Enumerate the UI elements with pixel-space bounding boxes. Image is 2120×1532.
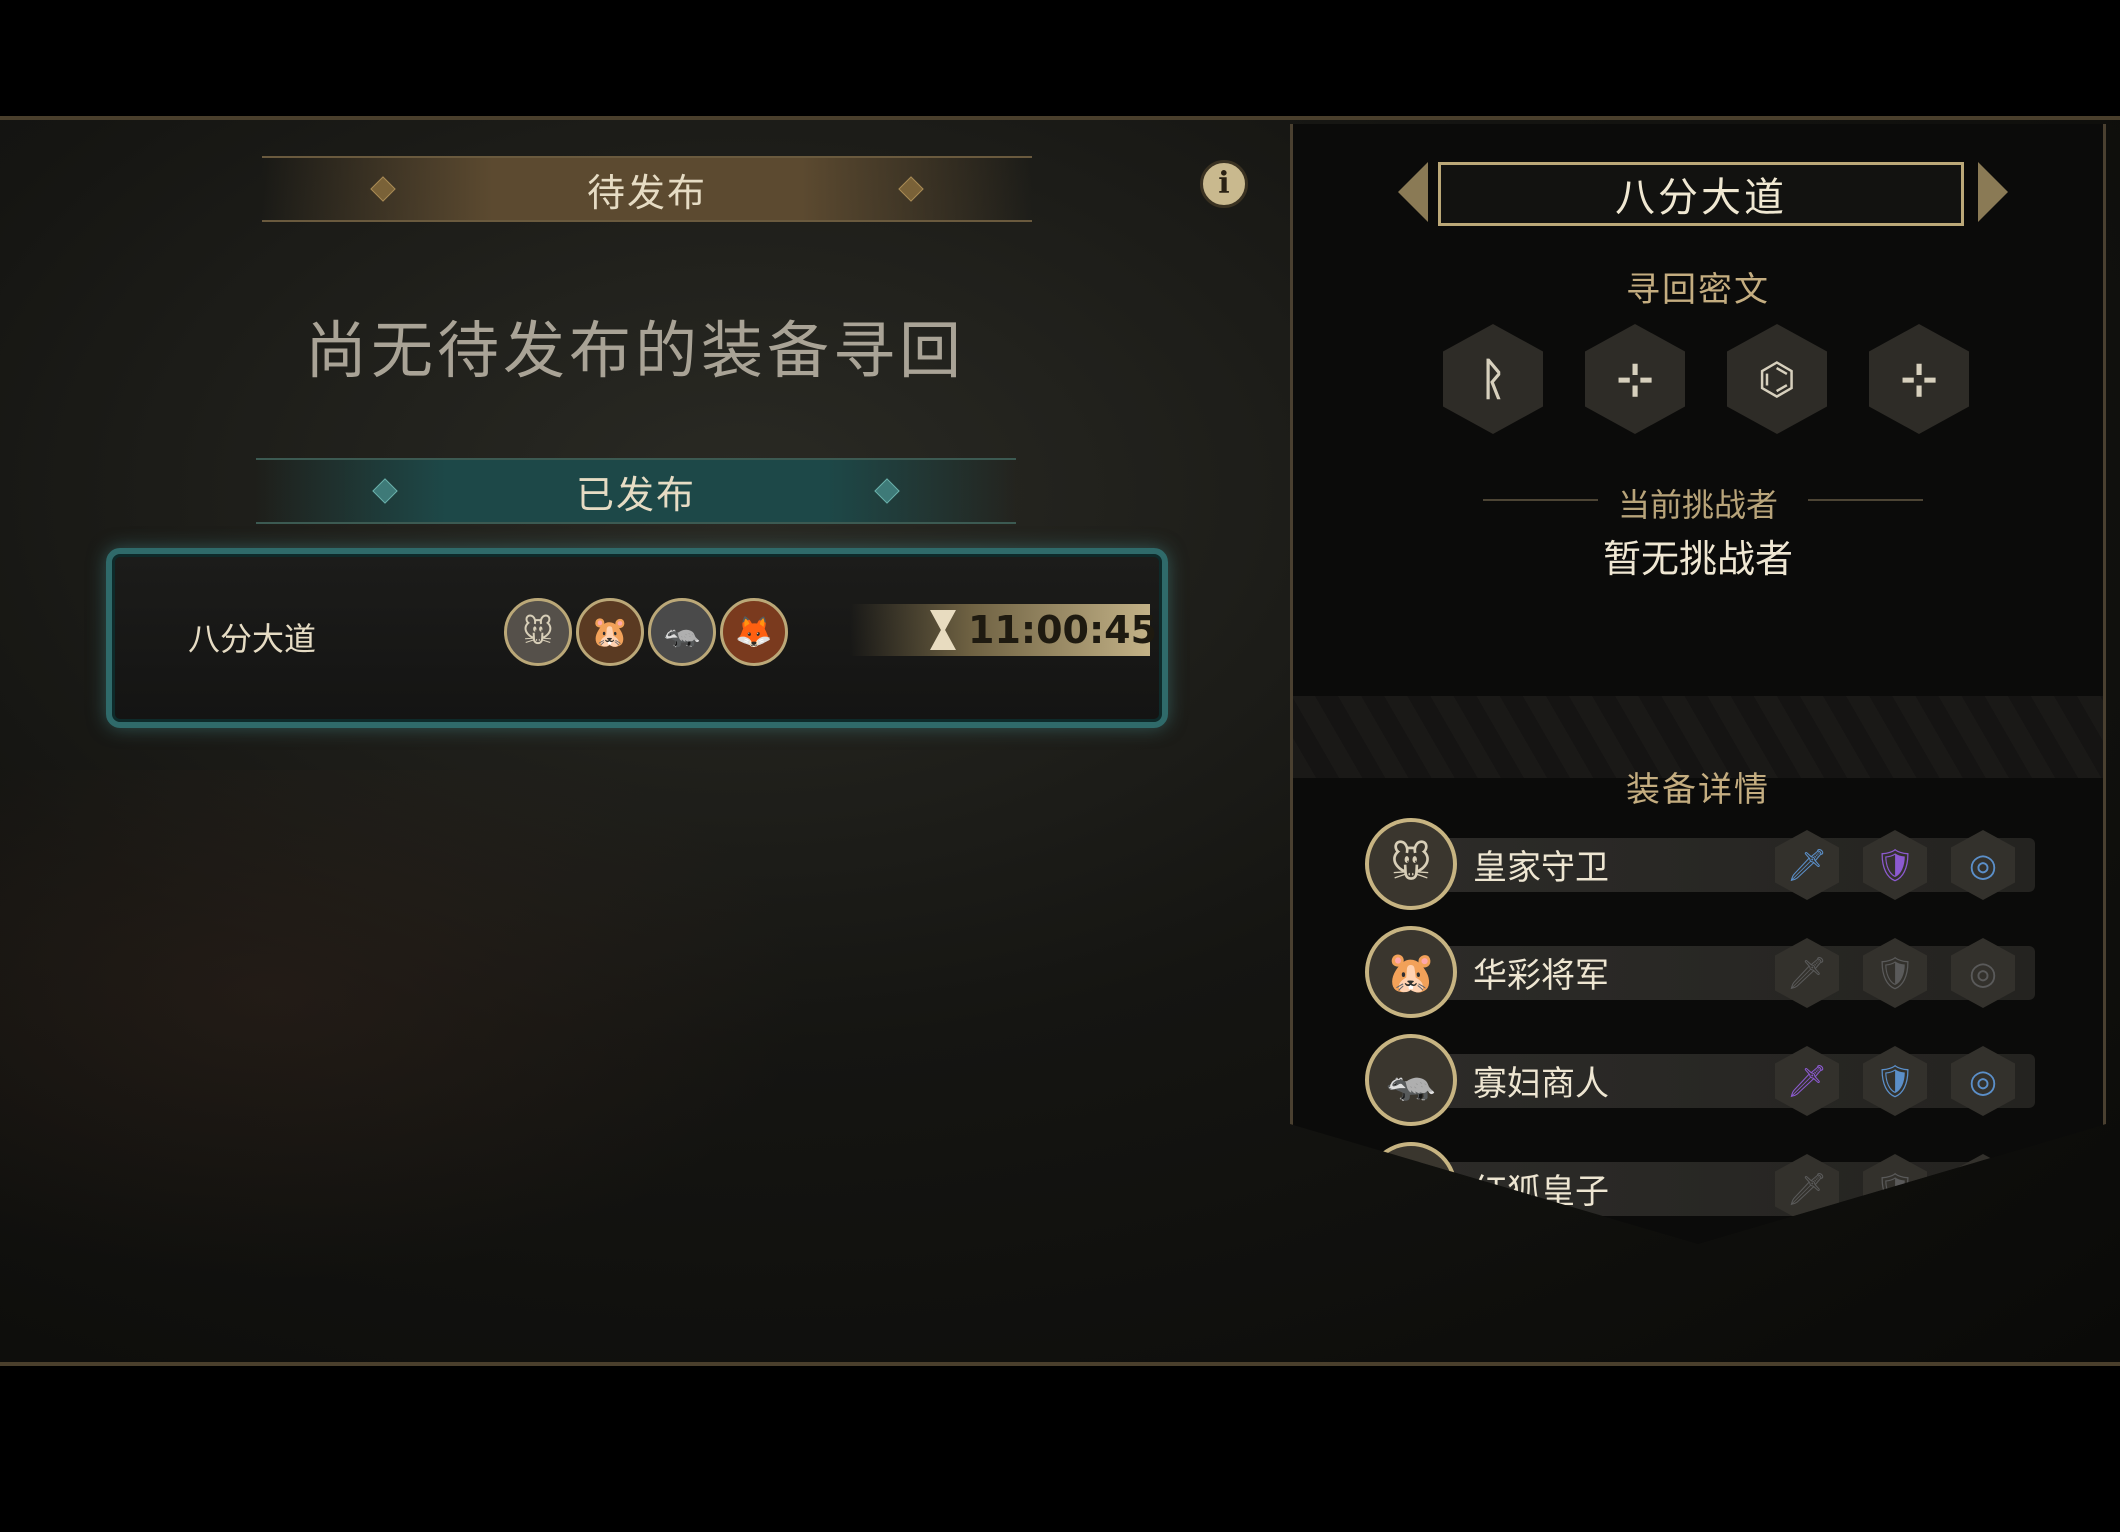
avatar: 🦊 [1365,1142,1457,1234]
rune-icon[interactable]: ᚱ [1443,324,1543,434]
bounty-list-panel: 待发布 i 尚无待发布的装备寻回 已发布 八分大道 🐭 🐹 🦡 🦊 11:00:… [0,120,1270,1362]
hero-name: 寡妇商人 [1473,1064,1609,1104]
hero-portrait-icon: 🦡 [648,598,716,666]
diamond-ornament-icon [874,478,900,504]
timer-value: 11:00:45 [968,608,1158,652]
rune-icon[interactable]: ⌬ [1727,324,1827,434]
hero-name: 红狐皇子 [1473,1172,1609,1212]
background-characters [0,770,900,1330]
game-frame: 待发布 i 尚无待发布的装备寻回 已发布 八分大道 🐭 🐹 🦡 🦊 11:00:… [0,116,2120,1366]
quest-timer: 11:00:45 [850,604,1157,656]
challenger-label: 当前挑战者 [1293,480,2103,526]
quest-detail-panel: 八分大道 寻回密文 ᚱ ⊹ ⌬ ⊹ 当前挑战者 暂无挑战者 装备详情 🐭 皇家守… [1276,120,2120,1362]
map-title: 八分大道 [1438,162,1964,226]
hero-equip-row[interactable]: 🐹 华彩将军 🗡 🛡 ◎ [1365,926,2045,1018]
hero-name: 华彩将军 [1473,956,1609,996]
hero-equip-row[interactable]: 🦡 寡妇商人 🗡 🛡 ◎ [1365,1034,2045,1126]
avatar: 🦡 [1365,1034,1457,1126]
hero-portrait-icon: 🦊 [720,598,788,666]
diamond-ornament-icon [372,478,398,504]
hero-portrait-icon: 🐹 [576,598,644,666]
info-icon[interactable]: i [1200,160,1248,208]
quest-name: 八分大道 [188,620,317,658]
hourglass-icon [930,610,956,650]
diamond-ornament-icon [898,176,924,202]
avatar: 🐭 [1365,818,1457,910]
hero-portrait-icon: 🐭 [504,598,572,666]
hero-equip-row[interactable]: 🦊 红狐皇子 🗡 🛡 ◎ [1365,1142,2045,1234]
hero-equip-row[interactable]: 🐭 皇家守卫 🗡 🛡 ◎ [1365,818,2045,910]
equip-list: 🐭 皇家守卫 🗡 🛡 ◎ 🐹 华彩将军 🗡 🛡 ◎ 🦡 寡妇商人 🗡 🛡 ◎ 🦊… [1365,818,2045,1244]
equip-title: 装备详情 [1626,770,1770,810]
diamond-ornament-icon [370,176,396,202]
published-banner-label: 已发布 [575,472,696,517]
published-quest-card[interactable]: 八分大道 🐭 🐹 🦡 🦊 11:00:45 [106,548,1168,728]
avatar: 🐹 [1365,926,1457,1018]
prev-arrow-icon[interactable] [1398,162,1428,222]
runes-title: 寻回密文 [1626,270,1770,310]
rune-icon[interactable]: ⊹ [1585,324,1685,434]
next-arrow-icon[interactable] [1978,162,2008,222]
quest-hero-portraits: 🐭 🐹 🦡 🦊 [504,598,788,666]
detail-panel-body: 八分大道 寻回密文 ᚱ ⊹ ⌬ ⊹ 当前挑战者 暂无挑战者 装备详情 🐭 皇家守… [1290,124,2106,1244]
published-banner: 已发布 [256,458,1016,524]
challenger-value: 暂无挑战者 [1602,537,1793,581]
empty-pending-message: 尚无待发布的装备寻回 [304,314,965,387]
rune-list: ᚱ ⊹ ⌬ ⊹ [1443,324,1969,434]
pending-banner-label: 待发布 [586,170,707,215]
rune-icon[interactable]: ⊹ [1869,324,1969,434]
pending-banner: 待发布 [262,156,1032,222]
hero-name: 皇家守卫 [1473,848,1609,888]
